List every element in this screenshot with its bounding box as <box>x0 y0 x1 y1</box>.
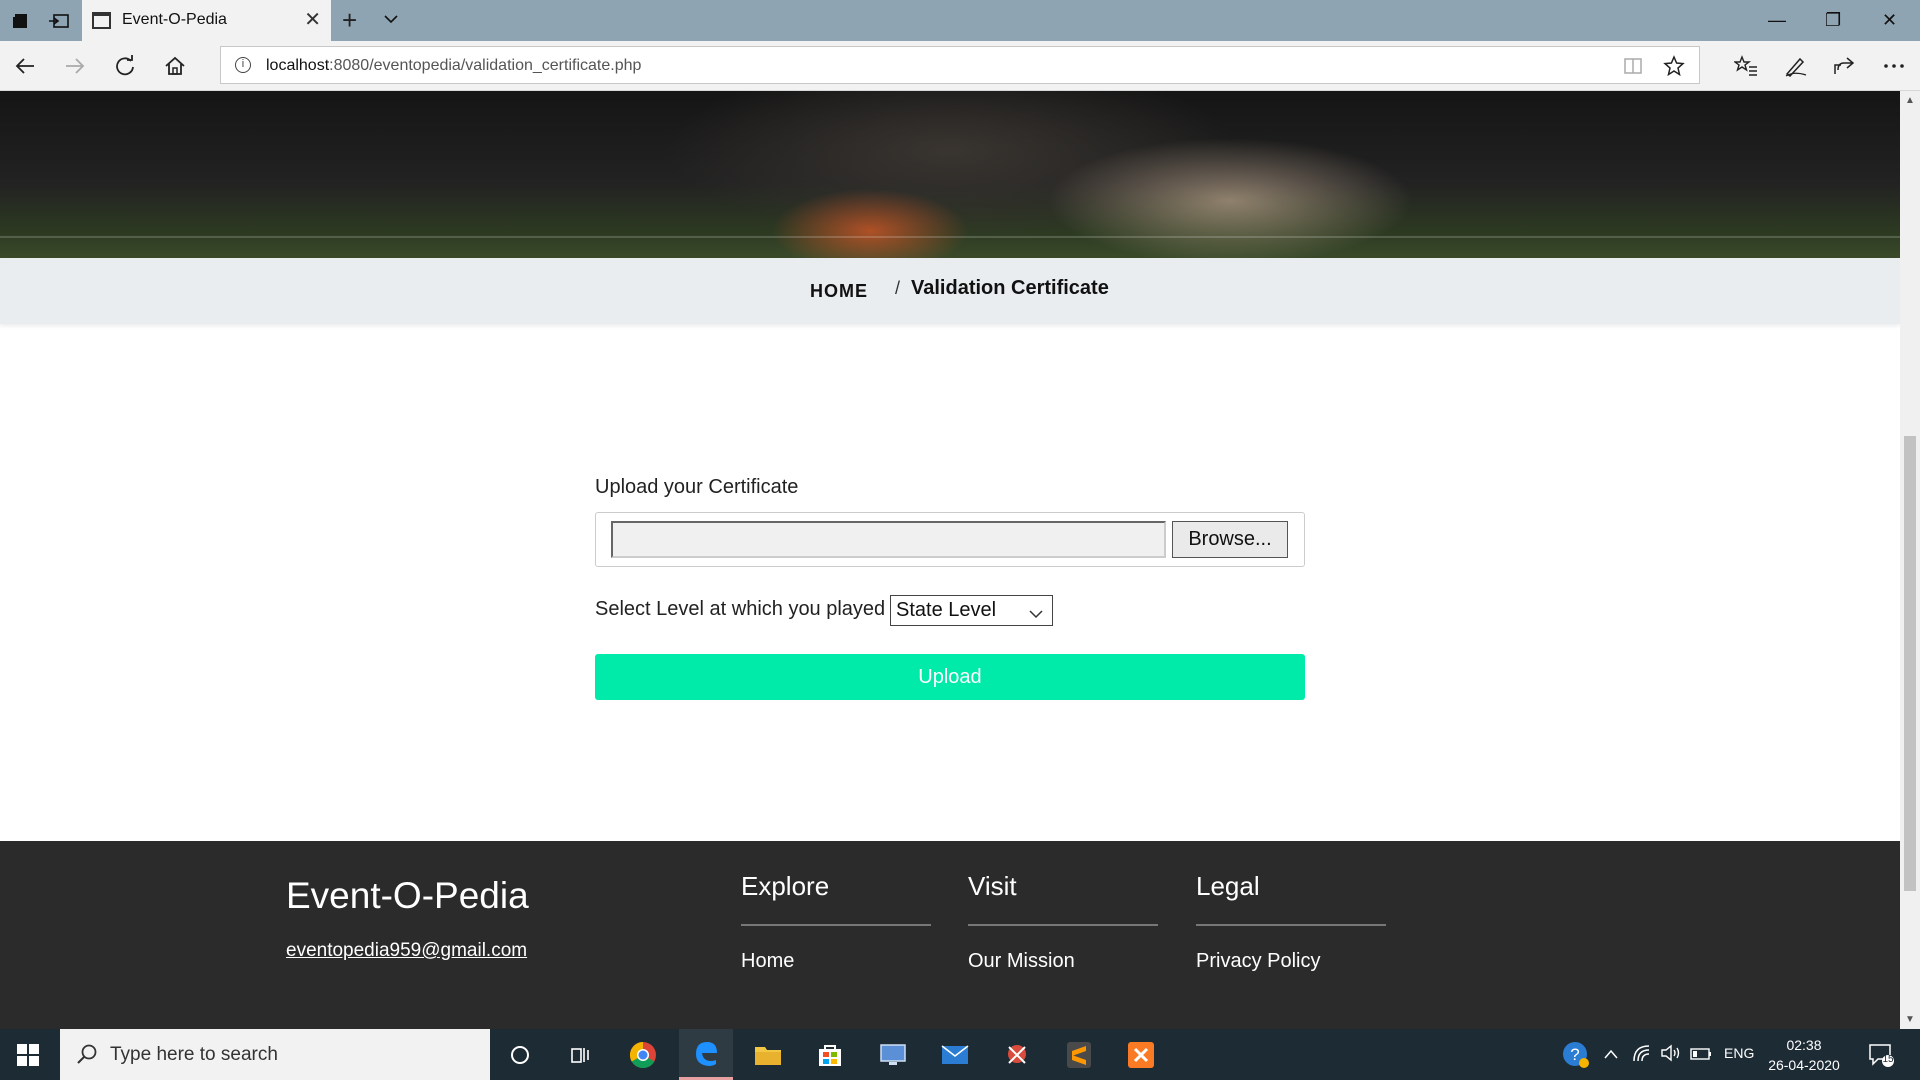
edge-icon[interactable] <box>679 1029 733 1080</box>
file-path-input[interactable] <box>611 521 1166 558</box>
window-close-icon[interactable]: ✕ <box>1882 10 1897 31</box>
active-tab[interactable]: Event-O-Pedia ✕ <box>82 0 331 41</box>
tab-close-icon[interactable]: ✕ <box>304 10 321 30</box>
vertical-scrollbar[interactable]: ▲ ▼ <box>1900 91 1920 1029</box>
mail-icon[interactable] <box>928 1029 982 1080</box>
address-host: localhost <box>266 57 330 74</box>
breadcrumb-current: Validation Certificate <box>911 277 1109 299</box>
refresh-icon[interactable] <box>112 53 138 79</box>
tab-actions-icon[interactable] <box>8 8 34 34</box>
task-view-icon[interactable] <box>553 1029 607 1080</box>
upload-label: Upload your Certificate <box>595 476 799 498</box>
windows-start-icon[interactable] <box>17 1044 39 1066</box>
footer-brand: Event-O-Pedia <box>286 875 529 916</box>
search-icon <box>76 1043 98 1070</box>
clock-time: 02:38 <box>1786 1037 1822 1053</box>
level-selected-value: State Level <box>896 599 997 621</box>
browser-nav-bar: i localhost:8080/eventopedia/validation_… <box>0 41 1920 91</box>
more-icon[interactable] <box>1881 53 1907 79</box>
footer-link-our-mission[interactable]: Our Mission <box>968 950 1158 973</box>
forward-icon[interactable] <box>62 53 88 79</box>
footer-link-home[interactable]: Home <box>741 950 931 973</box>
level-label: Select Level at which you played <box>595 598 886 620</box>
browse-button[interactable]: Browse... <box>1172 521 1288 558</box>
back-icon[interactable] <box>12 53 38 79</box>
wifi-icon[interactable] <box>1632 1044 1652 1067</box>
clock[interactable]: 02:38 26-04-2020 <box>1762 1035 1846 1075</box>
remote-desktop-icon[interactable] <box>866 1029 920 1080</box>
address-url[interactable]: localhost:8080/eventopedia/validation_ce… <box>266 57 641 75</box>
search-placeholder: Type here to search <box>110 1044 278 1065</box>
footer-link-privacy-policy[interactable]: Privacy Policy <box>1196 950 1386 973</box>
store-icon[interactable] <box>803 1029 857 1080</box>
set-tabs-aside-icon[interactable] <box>46 8 72 34</box>
help-icon[interactable]: ? <box>1562 1041 1590 1074</box>
scrollbar-thumb[interactable] <box>1904 436 1916 891</box>
footer: Event-O-Pedia eventopedia959@gmail.com E… <box>0 841 1900 1029</box>
chevron-up-icon[interactable] <box>1603 1047 1619 1065</box>
share-icon[interactable] <box>1831 53 1857 79</box>
battery-icon[interactable] <box>1690 1047 1712 1066</box>
breadcrumb-separator: / <box>895 278 901 298</box>
footer-column-legal: Legal Privacy Policy <box>1196 871 1386 973</box>
favorites-list-icon[interactable] <box>1733 53 1759 79</box>
reading-view-icon[interactable] <box>1623 57 1643 80</box>
pen-icon[interactable] <box>1783 53 1809 79</box>
footer-column-explore: Explore Home <box>741 871 931 973</box>
level-select[interactable]: State Level <box>890 595 1053 626</box>
cortana-icon[interactable] <box>493 1029 547 1080</box>
scroll-up-icon[interactable]: ▲ <box>1905 95 1915 106</box>
field-line <box>0 236 1900 238</box>
snipping-tool-icon[interactable] <box>990 1029 1044 1080</box>
breadcrumb-home-link[interactable]: HOME <box>810 281 868 302</box>
favorite-star-icon[interactable] <box>1663 55 1685 82</box>
volume-icon[interactable] <box>1660 1044 1682 1067</box>
address-bar[interactable]: i localhost:8080/eventopedia/validation_… <box>220 46 1700 84</box>
chrome-icon[interactable] <box>616 1029 670 1080</box>
language-indicator[interactable]: ENG <box>1724 1045 1754 1061</box>
footer-column-title: Visit <box>968 871 1158 926</box>
tab-title: Event-O-Pedia <box>122 11 227 28</box>
file-upload-field: Browse... <box>595 512 1305 567</box>
page-viewport: HOME / Validation Certificate Upload you… <box>0 91 1900 1029</box>
clock-date: 26-04-2020 <box>1768 1057 1840 1073</box>
file-explorer-icon[interactable] <box>741 1029 795 1080</box>
notifications-icon[interactable]: 15 <box>1868 1042 1894 1073</box>
chevron-down-icon[interactable] <box>382 10 400 33</box>
taskbar: Type here to search ? ENG 02:38 26-04-20… <box>0 1029 1920 1080</box>
chevron-down-icon <box>1028 602 1044 631</box>
minimize-icon[interactable]: — <box>1768 10 1786 31</box>
new-tab-icon[interactable]: + <box>342 6 357 34</box>
breadcrumb: HOME / Validation Certificate <box>0 258 1900 324</box>
svg-text:?: ? <box>1570 1045 1579 1064</box>
scroll-down-icon[interactable]: ▼ <box>1905 1014 1915 1025</box>
restore-icon[interactable]: ❐ <box>1825 10 1841 31</box>
site-info-icon[interactable]: i <box>235 57 251 73</box>
footer-column-visit: Visit Our Mission <box>968 871 1158 973</box>
sublime-text-icon[interactable] <box>1052 1029 1106 1080</box>
upload-button[interactable]: Upload <box>595 654 1305 700</box>
address-path: :8080/eventopedia/validation_certificate… <box>329 57 642 74</box>
taskbar-search-box[interactable]: Type here to search <box>60 1029 490 1080</box>
home-icon[interactable] <box>162 53 188 79</box>
page-icon <box>92 12 111 29</box>
hero-banner-image <box>0 91 1900 258</box>
footer-column-title: Legal <box>1196 871 1386 926</box>
xampp-icon[interactable] <box>1114 1029 1168 1080</box>
browser-tab-bar: Event-O-Pedia ✕ + — ❐ ✕ <box>0 0 1920 41</box>
footer-column-title: Explore <box>741 871 931 926</box>
notification-count: 15 <box>1882 1054 1894 1065</box>
footer-email-link[interactable]: eventopedia959@gmail.com <box>286 940 527 962</box>
